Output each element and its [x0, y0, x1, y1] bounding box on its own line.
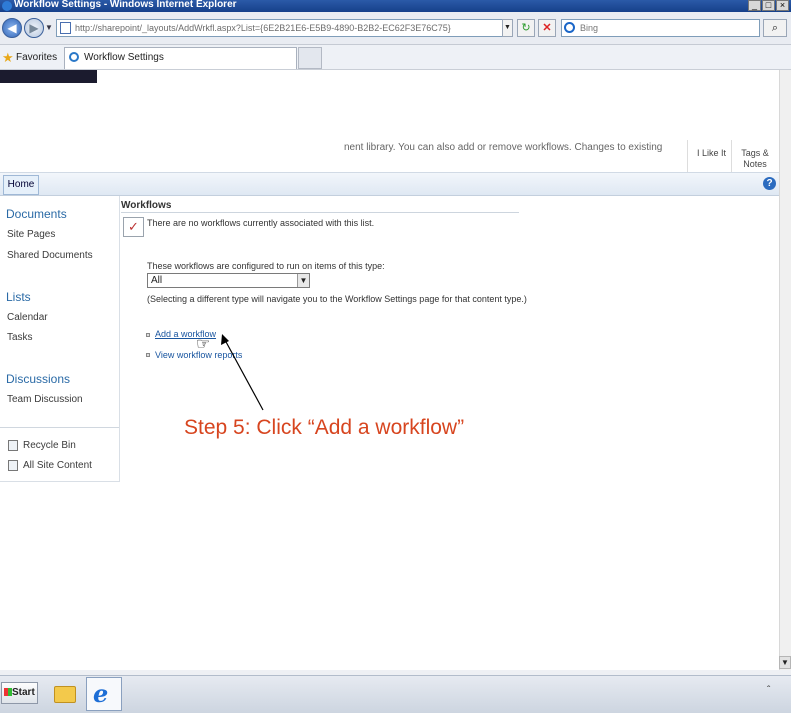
step-annotation: Step 5: Click “Add a workflow” — [184, 416, 465, 439]
tray-expand-icon[interactable]: ˆ — [767, 685, 770, 696]
favorites-button[interactable]: Favorites — [16, 52, 57, 63]
ql-lists-heading[interactable]: Lists — [6, 290, 31, 304]
chevron-down-icon[interactable]: ▼ — [297, 274, 309, 287]
content-type-note: (Selecting a different type will navigat… — [147, 294, 527, 304]
bullet-icon — [146, 353, 150, 357]
ql-calendar[interactable]: Calendar — [7, 312, 48, 323]
ql-documents-heading[interactable]: Documents — [6, 207, 67, 221]
maximize-button[interactable]: □ — [762, 0, 775, 11]
new-tab-button[interactable] — [298, 47, 322, 69]
stop-icon[interactable]: ✕ — [538, 19, 556, 37]
address-url: http://sharepoint/_layouts/AddWrkfl.aspx… — [75, 23, 451, 33]
close-button[interactable]: × — [776, 0, 789, 11]
vertical-scrollbar[interactable] — [779, 70, 791, 670]
ie-logo-icon — [2, 1, 12, 11]
section-title: Workflows — [121, 200, 172, 211]
ql-discussions-heading[interactable]: Discussions — [6, 372, 70, 386]
no-workflows-message: There are no workflows currently associa… — [147, 218, 375, 228]
recycle-bin-icon — [8, 440, 18, 451]
internet-explorer-icon: e — [93, 679, 109, 708]
content-type-value: All — [151, 275, 163, 286]
history-dropdown-icon[interactable]: ▼ — [45, 23, 53, 32]
ql-site-pages[interactable]: Site Pages — [7, 229, 55, 240]
search-input[interactable]: Bing — [561, 19, 760, 37]
browser-tab[interactable]: Workflow Settings — [64, 47, 297, 69]
tags-notes-button[interactable]: Tags & Notes — [739, 148, 771, 170]
tab-title: Workflow Settings — [84, 52, 164, 63]
divider — [0, 427, 119, 428]
start-label: Start — [12, 687, 35, 698]
window-title: Workflow Settings - Windows Internet Exp… — [14, 0, 237, 10]
hand-cursor-icon: ☞ — [196, 336, 211, 353]
address-dropdown-icon[interactable]: ▼ — [502, 19, 513, 37]
ql-recycle-bin[interactable]: Recycle Bin — [23, 440, 76, 451]
help-icon[interactable]: ? — [763, 177, 776, 190]
star-icon[interactable]: ★ — [2, 50, 14, 66]
content-type-select[interactable]: All — [147, 273, 310, 288]
workflow-icon: ✓ — [123, 217, 144, 237]
page-icon — [60, 22, 71, 34]
annotation-arrow — [221, 334, 264, 411]
forward-arrow-icon[interactable]: ▶ — [24, 18, 44, 38]
address-bar[interactable]: http://sharepoint/_layouts/AddWrkfl.aspx… — [56, 19, 513, 37]
windows-logo-icon — [4, 688, 12, 696]
bullet-icon — [146, 333, 150, 337]
i-like-it-button[interactable]: I Like It — [697, 148, 726, 158]
loading-icon — [69, 52, 79, 62]
search-placeholder: Bing — [580, 23, 599, 33]
top-navigation — [0, 172, 779, 196]
back-arrow-icon[interactable]: ◀ — [2, 18, 22, 38]
ql-shared-documents[interactable]: Shared Documents — [7, 250, 93, 261]
scroll-down-icon[interactable]: ▼ — [779, 656, 791, 669]
refresh-icon[interactable]: ↻ — [517, 19, 535, 37]
ribbon-divider — [687, 140, 688, 172]
ql-all-site-content[interactable]: All Site Content — [23, 460, 92, 471]
search-icon[interactable]: ⌕ — [763, 19, 787, 37]
ribbon-divider — [731, 140, 732, 172]
bing-logo-icon — [564, 22, 575, 33]
folder-icon — [54, 686, 76, 703]
divider — [121, 212, 519, 213]
ql-team-discussion[interactable]: Team Discussion — [7, 394, 83, 405]
ql-tasks[interactable]: Tasks — [7, 332, 33, 343]
page-description: nent library. You can also add or remove… — [344, 142, 663, 153]
site-content-icon — [8, 460, 18, 471]
header-strip — [0, 70, 97, 83]
window-controls: _ □ × — [748, 0, 789, 11]
content-type-label: These workflows are configured to run on… — [147, 261, 385, 271]
tab-home[interactable]: Home — [3, 175, 39, 195]
window-title-bar: Workflow Settings - Windows Internet Exp… — [0, 0, 791, 12]
minimize-button[interactable]: _ — [748, 0, 761, 11]
